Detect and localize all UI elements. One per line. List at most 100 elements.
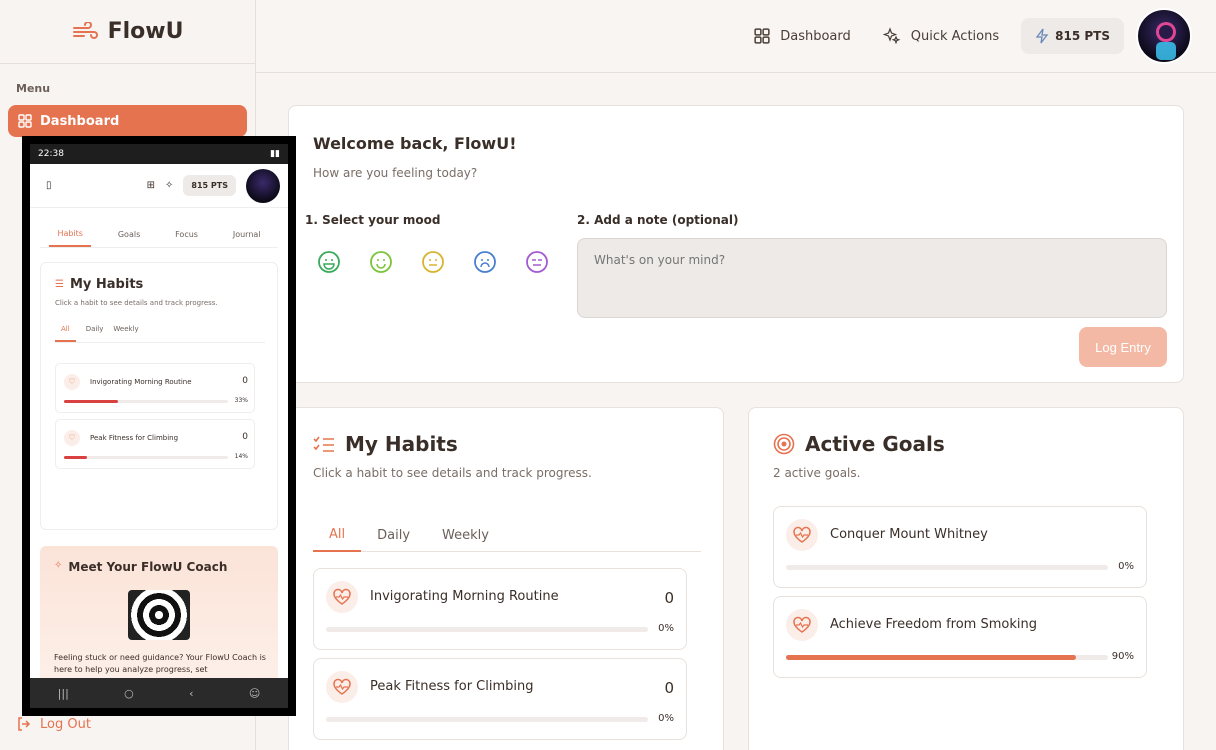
mood-step-label: 1. Select your mood [305, 213, 441, 227]
phone-coach-title-text: Meet Your FlowU Coach [68, 560, 228, 574]
neutral-mood-icon[interactable] [421, 250, 445, 274]
happy-mood-icon[interactable] [369, 250, 393, 274]
goal-item[interactable]: Conquer Mount Whitney 0% [773, 506, 1147, 588]
habit-item[interactable]: Peak Fitness for Climbing 0 0% [313, 658, 687, 740]
phone-habits-subtitle: Click a habit to see details and track p… [55, 299, 218, 307]
header-dashboard-label: Dashboard [780, 28, 851, 44]
phone-tab-habits[interactable]: Habits [49, 222, 91, 247]
phone-habit-item[interactable]: ♡ Peak Fitness for Climbing 0 14% [55, 419, 255, 469]
phone-sparkles-icon[interactable]: ✧ [165, 180, 173, 191]
points-label: 815 PTS [1055, 29, 1110, 43]
phone-status-bar: 22:38 ▮▮ [30, 144, 288, 164]
habit-progress-bar [326, 717, 648, 722]
goal-progress-bar [786, 655, 1108, 660]
lightning-icon [1035, 28, 1049, 44]
goals-subtitle: 2 active goals. [773, 466, 861, 480]
quick-actions-label: Quick Actions [910, 28, 1000, 44]
phone-sidebar-toggle-icon[interactable]: ▯ [46, 180, 52, 191]
meh-mood-icon[interactable] [525, 250, 549, 274]
phone-tab-all[interactable]: All [55, 325, 76, 342]
habits-subtitle: Click a habit to see details and track p… [313, 466, 592, 480]
phone-heart-icon: ♡ [64, 374, 80, 390]
phone-battery-icon: ▮▮ [270, 149, 280, 159]
phone-habit-progress-label: 33% [234, 397, 248, 404]
phone-coach-title: ✧ Meet Your FlowU Coach [54, 560, 227, 574]
phone-grid-icon[interactable]: ⊞ [147, 180, 155, 191]
phone-status-time: 22:38 [38, 149, 64, 159]
grid-icon [754, 28, 770, 44]
quick-actions-button[interactable]: Quick Actions [873, 19, 1009, 53]
brand[interactable]: FlowU [0, 0, 255, 64]
phone-screenshot-overlay: 22:38 ▮▮ ▯ ⊞ ✧ 815 PTS Habits Goals Focu… [22, 136, 296, 716]
phone-back-icon[interactable]: ‹ [189, 687, 193, 700]
phone-avatar[interactable] [246, 168, 280, 203]
log-entry-button[interactable]: Log Entry [1079, 327, 1167, 367]
mood-selector [317, 250, 549, 274]
phone-habit-count: 0 [242, 432, 248, 442]
phone-screen: 22:38 ▮▮ ▯ ⊞ ✧ 815 PTS Habits Goals Focu… [30, 144, 288, 708]
phone-habit-name: Invigorating Morning Routine [90, 378, 192, 386]
tab-weekly[interactable]: Weekly [426, 518, 505, 552]
phone-habit-progress-fill [64, 400, 119, 403]
goal-progress-fill [786, 655, 1076, 660]
phone-habit-progress-bar [64, 400, 228, 403]
habits-card: My Habits Click a habit to see details a… [288, 407, 724, 750]
habit-name: Invigorating Morning Routine [370, 589, 559, 604]
very-happy-mood-icon[interactable] [317, 250, 341, 274]
habits-filter-tabs: All Daily Weekly [313, 518, 701, 552]
phone-habit-item[interactable]: ♡ Invigorating Morning Routine 0 33% [55, 363, 255, 413]
header-dashboard-button[interactable]: Dashboard [744, 20, 861, 52]
habit-name: Peak Fitness for Climbing [370, 679, 534, 694]
sidebar-item-label: Dashboard [40, 113, 120, 129]
welcome-title: Welcome back, FlowU! [313, 134, 517, 153]
phone-tab-journal[interactable]: Journal [225, 222, 269, 247]
points-badge[interactable]: 815 PTS [1021, 18, 1124, 54]
phone-coach-target-image [128, 590, 190, 640]
goal-name: Conquer Mount Whitney [830, 527, 988, 542]
phone-tab-focus[interactable]: Focus [167, 222, 206, 247]
goal-progress-label: 90% [1111, 651, 1134, 662]
tab-daily[interactable]: Daily [361, 518, 426, 552]
astronaut-icon [1156, 22, 1176, 60]
phone-habit-name: Peak Fitness for Climbing [90, 434, 179, 442]
phone-habit-progress-fill [64, 456, 87, 459]
logout-icon [18, 717, 31, 731]
goals-title-text: Active Goals [805, 432, 945, 456]
goals-title: Active Goals [773, 432, 945, 456]
phone-filter-tabs: All Daily Weekly [55, 325, 265, 343]
phone-tab-daily[interactable]: Daily [86, 325, 104, 342]
phone-tabs: Habits Goals Focus Journal [40, 222, 278, 248]
habits-title: My Habits [313, 432, 458, 456]
habit-item[interactable]: Invigorating Morning Routine 0 0% [313, 568, 687, 650]
sidebar-item-dashboard[interactable]: Dashboard [8, 105, 247, 137]
tab-all[interactable]: All [313, 518, 362, 552]
logout-button[interactable]: Log Out [16, 716, 91, 732]
phone-header: ▯ ⊞ ✧ 815 PTS [30, 164, 288, 208]
phone-home-icon[interactable]: ○ [124, 687, 134, 700]
note-input[interactable] [577, 238, 1167, 318]
goal-progress-bar [786, 565, 1108, 570]
habit-count: 0 [664, 679, 674, 697]
goal-item[interactable]: Achieve Freedom from Smoking 90% [773, 596, 1147, 678]
avatar[interactable] [1136, 8, 1192, 64]
phone-habit-count: 0 [242, 376, 248, 386]
welcome-subtitle: How are you feeling today? [313, 166, 478, 180]
checklist-icon [313, 436, 334, 452]
phone-coach-card: ✧ Meet Your FlowU Coach Feeling stuck or… [40, 546, 278, 696]
phone-points-badge[interactable]: 815 PTS [183, 175, 236, 196]
heart-pulse-icon [326, 671, 358, 703]
phone-recents-icon[interactable]: ||| [58, 687, 69, 700]
goal-progress-label: 0% [1118, 561, 1134, 572]
goals-card: Active Goals 2 active goals. Conquer Mou… [748, 407, 1184, 750]
phone-accessibility-icon[interactable]: ☺ [249, 687, 260, 700]
sparkles-icon [882, 27, 901, 45]
sad-mood-icon[interactable] [473, 250, 497, 274]
heart-pulse-icon [786, 519, 818, 551]
note-step-label: 2. Add a note (optional) [577, 213, 739, 227]
wind-icon [72, 21, 98, 39]
phone-checklist-icon: ☰ [55, 279, 64, 290]
menu-label: Menu [16, 82, 51, 95]
phone-tab-weekly[interactable]: Weekly [113, 325, 138, 342]
phone-tab-goals[interactable]: Goals [110, 222, 148, 247]
phone-heart-icon: ♡ [64, 430, 80, 446]
